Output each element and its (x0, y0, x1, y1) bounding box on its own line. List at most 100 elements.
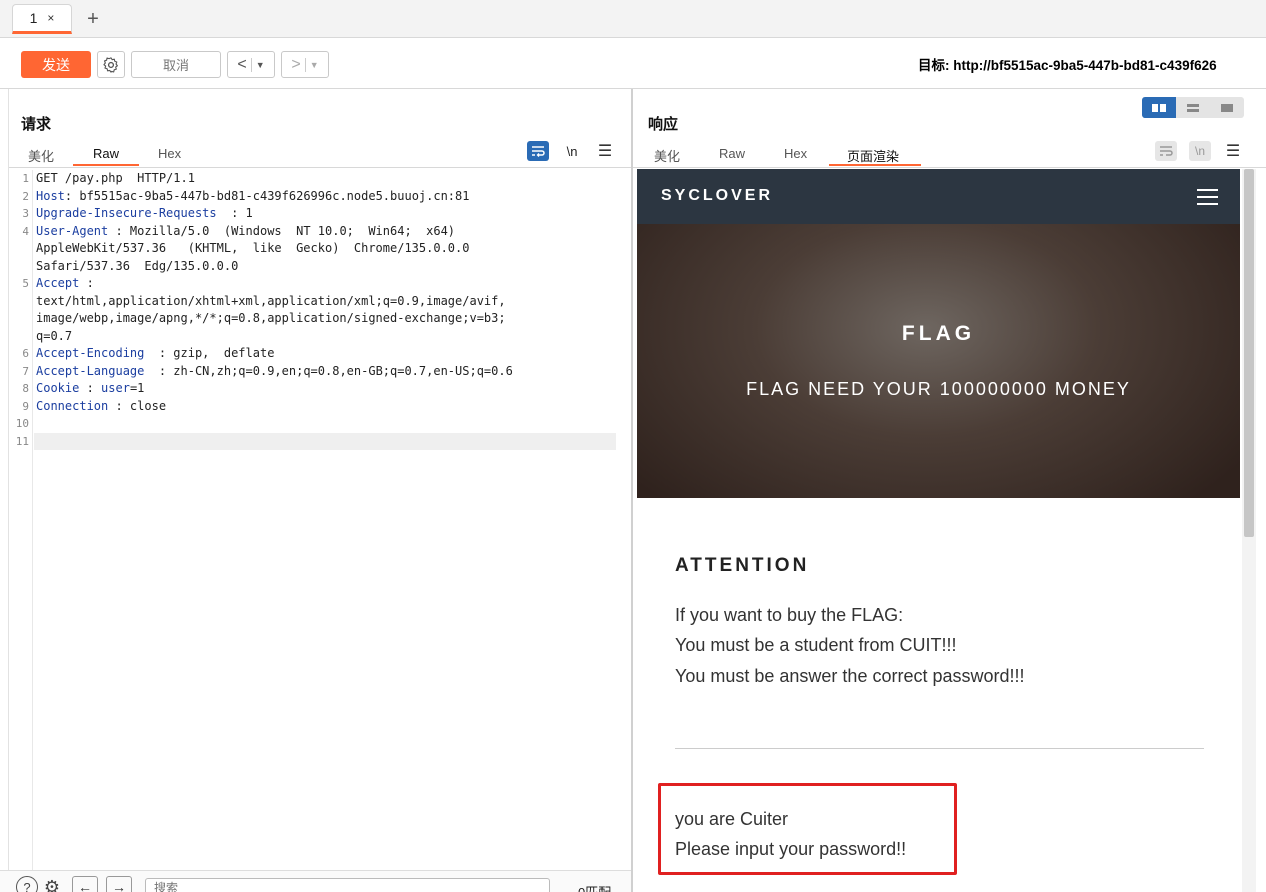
line-number: 1 (22, 172, 29, 185)
search-input[interactable] (145, 878, 550, 892)
divider-line (675, 748, 1204, 749)
line-number: 6 (22, 347, 29, 360)
header-value: q=0.7 (36, 328, 73, 343)
menu-icon[interactable]: ☰ (596, 141, 614, 161)
header-name: Connection (36, 398, 109, 413)
gear-icon (103, 56, 118, 73)
tab-hex[interactable]: Hex (784, 146, 807, 161)
code-line[interactable]: Host: bf5515ac-9ba5-447b-bd81-c439f62699… (36, 188, 469, 206)
attention-heading: ATTENTION (675, 555, 810, 576)
code-line[interactable]: Upgrade-Insecure-Requests : 1 (36, 205, 253, 223)
tab-1[interactable]: 1 × (12, 4, 72, 34)
line-gutter: 1 2 3 4 5 6 7 8 9 10 11 (9, 170, 33, 870)
hamburger-icon[interactable] (1197, 189, 1218, 205)
code-line[interactable]: Safari/537.36 Edg/135.0.0.0 (36, 258, 238, 276)
tab-render[interactable]: 页面渲染 (847, 146, 899, 165)
tab-bar-border (9, 167, 631, 168)
header-value: AppleWebKit/537.36 (KHTML, like Gecko) C… (36, 241, 470, 255)
arrow-left-icon[interactable]: ← (72, 876, 98, 892)
header-value: text/html,application/xhtml+xml,applicat… (36, 293, 506, 308)
tab-pretty[interactable]: 美化 (28, 146, 54, 165)
line-number: 3 (22, 207, 29, 220)
code-line[interactable]: User-Agent : Mozilla/5.0 (Windows NT 10.… (36, 223, 455, 241)
newline-icon[interactable]: \n (1189, 141, 1211, 161)
line-number: 9 (22, 399, 29, 413)
active-tab-indicator (829, 164, 921, 166)
code-line[interactable]: Accept : (36, 275, 94, 293)
arrow-right-icon[interactable]: → (106, 876, 132, 892)
close-icon[interactable]: × (47, 11, 54, 25)
header-value: : zh-CN,zh;q=0.9,en;q=0.8,en-GB;q=0.7,en… (144, 363, 513, 378)
chevron-left-icon: < (237, 55, 247, 73)
layout-stacked-icon[interactable] (1176, 97, 1210, 118)
line-number: 2 (22, 189, 29, 203)
site-brand[interactable]: SYCLOVER (661, 187, 773, 205)
code-line[interactable]: Accept-Language : zh-CN,zh;q=0.9,en;q=0.… (36, 363, 513, 381)
hero-banner: FLAG FLAG NEED YOUR 100000000 MONEY (637, 224, 1240, 498)
scrollbar-thumb[interactable] (1244, 169, 1254, 537)
tab-raw[interactable]: Raw (719, 146, 745, 161)
header-name: Upgrade-Insecure-Requests (36, 206, 217, 220)
code-line[interactable]: Cookie : user=1 (36, 380, 144, 398)
header-name: Host (36, 188, 65, 203)
target-label[interactable]: 目标: http://bf5515ac-9ba5-447b-bd81-c439f… (918, 54, 1266, 74)
response-title: 响应 (648, 116, 679, 133)
gear-icon[interactable]: ⚙ (40, 876, 64, 892)
layout-single-icon[interactable] (1210, 97, 1244, 118)
send-button[interactable]: 发送 (21, 51, 91, 78)
tab-bar-border (633, 167, 1266, 168)
line-number: 4 (22, 224, 29, 238)
header-value: Safari/537.36 Edg/135.0.0.0 (36, 258, 239, 273)
layout-split-icon[interactable] (1142, 97, 1176, 118)
header-value: : Mozilla/5.0 (Windows NT 10.0; Win64; x… (108, 223, 456, 238)
attention-line: You must be answer the correct password!… (675, 666, 1025, 686)
help-icon[interactable]: ? (16, 876, 38, 892)
code-line[interactable]: text/html,application/xhtml+xml,applicat… (36, 293, 506, 311)
header-value: : (79, 276, 94, 290)
cancel-button[interactable]: 取消 (131, 51, 221, 78)
header-value: : close (108, 398, 167, 413)
add-tab-button[interactable]: + (84, 7, 102, 31)
render-view: SYCLOVER FLAG FLAG NEED YOUR 100000000 M… (637, 169, 1240, 892)
pane-divider[interactable] (631, 89, 633, 892)
attention-line: You must be a student from CUIT!!! (675, 635, 957, 655)
tab-hex[interactable]: Hex (158, 146, 181, 161)
match-count: 0匹配 (578, 882, 611, 892)
line-number: 11 (15, 434, 29, 448)
line-number: 8 (22, 382, 29, 395)
code-line[interactable]: image/webp,image/apng,*/*;q=0.8,applicat… (36, 310, 506, 328)
prev-button[interactable]: < ▼ (227, 51, 275, 78)
menu-icon[interactable]: ☰ (1224, 141, 1242, 161)
code-line[interactable]: Accept-Encoding : gzip, deflate (36, 345, 274, 363)
hero-title: FLAG (901, 322, 976, 345)
header-name: Accept-Encoding (36, 346, 145, 360)
wrap-icon[interactable] (527, 141, 549, 161)
active-tab-indicator (73, 164, 139, 166)
tab-pretty[interactable]: 美化 (654, 146, 680, 165)
header-value: : 1 (216, 206, 253, 220)
header-value: image/webp,image/apng,*/*;q=0.8,applicat… (36, 311, 506, 325)
tab-label: 1 (29, 10, 38, 26)
chevron-right-icon: > (291, 55, 301, 73)
code-line[interactable]: GET /pay.php HTTP/1.1 (36, 170, 195, 188)
code-line[interactable]: AppleWebKit/537.36 (KHTML, like Gecko) C… (36, 240, 469, 258)
highlight-box (658, 783, 957, 875)
request-title: 请求 (21, 116, 52, 133)
tab-strip (0, 0, 1266, 38)
code-line[interactable]: Connection : close (36, 398, 166, 416)
newline-icon[interactable]: \n (561, 141, 583, 161)
wrap-icon[interactable] (1155, 141, 1177, 161)
header-value: : (79, 381, 102, 395)
header-name: User-Agent (36, 223, 109, 238)
line-number: 7 (22, 364, 29, 378)
tab-raw[interactable]: Raw (93, 146, 119, 161)
settings-button[interactable] (97, 51, 125, 78)
code-line[interactable]: q=0.7 (36, 328, 72, 346)
caret-down-icon[interactable]: ▼ (310, 60, 319, 70)
header-name: Cookie (36, 381, 80, 395)
header-name: Accept-Language (36, 363, 145, 378)
caret-down-icon[interactable]: ▼ (256, 60, 265, 70)
header-value: GET /pay.php HTTP/1.1 (36, 171, 195, 185)
header-value: =1 (129, 381, 145, 395)
next-button[interactable]: > ▼ (281, 51, 329, 78)
